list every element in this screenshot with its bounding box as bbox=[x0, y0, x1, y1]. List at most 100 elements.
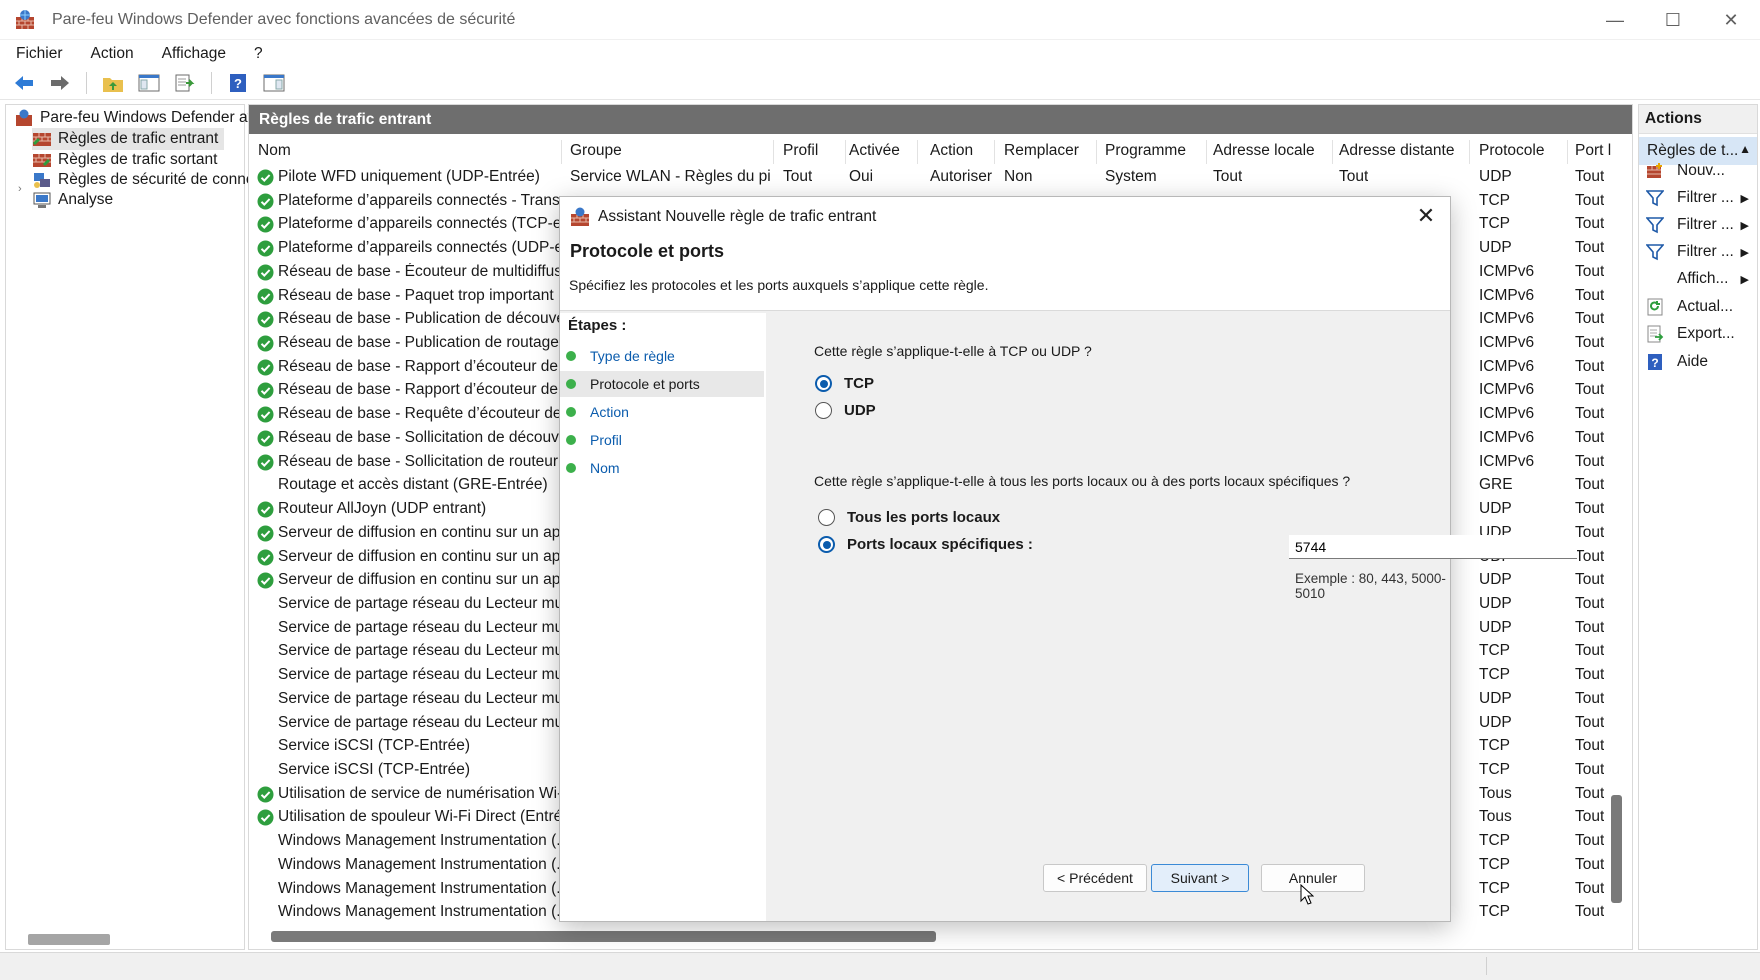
action-item[interactable]: Filtrer ... ▶ bbox=[1639, 185, 1757, 211]
action-item[interactable]: Filtrer ... ▶ bbox=[1639, 212, 1757, 238]
table-row[interactable]: Pilote WFD uniquement (UDP-Entrée) Servi… bbox=[249, 166, 1632, 190]
minimize-button[interactable]: — bbox=[1586, 0, 1644, 40]
cell-override: Non bbox=[1004, 168, 1033, 185]
cell-group: Service WLAN - Règles du pil... bbox=[570, 168, 770, 185]
radio-udp-label: UDP bbox=[844, 402, 876, 419]
col-header-name[interactable]: Nom bbox=[258, 142, 291, 160]
export-list-button[interactable] bbox=[171, 70, 199, 96]
help-toolbar-button[interactable]: ? bbox=[224, 70, 252, 96]
radio-button-selected[interactable] bbox=[815, 375, 832, 392]
column-divider[interactable] bbox=[917, 140, 918, 164]
column-divider[interactable] bbox=[994, 140, 995, 164]
action-item[interactable]: Nouv... bbox=[1639, 158, 1757, 184]
enabled-check-icon bbox=[257, 311, 274, 328]
enabled-check-icon bbox=[257, 809, 274, 826]
col-header-group[interactable]: Groupe bbox=[570, 142, 622, 160]
cell-protocol: TCP bbox=[1479, 761, 1510, 778]
cell-protocol: TCP bbox=[1479, 215, 1510, 233]
tree-item-outbound-rules[interactable]: Règles de trafic sortant bbox=[32, 149, 217, 171]
step-rule-type[interactable]: Type de règle bbox=[560, 343, 764, 369]
action-item[interactable]: ? Aide bbox=[1639, 349, 1757, 375]
tree-item-monitoring[interactable]: Analyse bbox=[32, 189, 113, 211]
column-divider[interactable] bbox=[561, 140, 562, 164]
cell-local-port: Tout bbox=[1575, 191, 1605, 209]
up-folder-button[interactable] bbox=[99, 70, 127, 96]
action-item[interactable]: Affich... ▶ bbox=[1639, 266, 1757, 292]
cell-program: System bbox=[1105, 168, 1157, 185]
cell-name: Réseau de base - Requête d’écouteur de .… bbox=[278, 405, 560, 423]
cell-action: Autoriser bbox=[930, 168, 993, 185]
radio-button[interactable] bbox=[818, 509, 835, 526]
radio-button[interactable] bbox=[815, 402, 832, 419]
tree-item-inbound-rules[interactable]: Règles de trafic entrant bbox=[32, 128, 225, 150]
step-action[interactable]: Action bbox=[560, 399, 764, 425]
back-button[interactable] bbox=[10, 70, 38, 96]
col-header-enabled[interactable]: Activée bbox=[849, 142, 900, 160]
col-header-protocol[interactable]: Protocole bbox=[1479, 142, 1544, 160]
radio-specific-ports-label: Ports locaux spécifiques : bbox=[847, 536, 1033, 553]
rules-horizontal-scrollbar[interactable] bbox=[271, 931, 936, 942]
local-ports-input[interactable] bbox=[1289, 535, 1577, 559]
radio-specific-local-ports[interactable]: Ports locaux spécifiques : bbox=[818, 536, 1033, 553]
console-tree-icon bbox=[138, 74, 160, 92]
cell-protocol: ICMPv6 bbox=[1479, 286, 1535, 304]
enabled-check-icon bbox=[257, 525, 274, 542]
radio-tcp[interactable]: TCP bbox=[815, 375, 874, 392]
expand-chevron-icon[interactable]: › bbox=[18, 183, 22, 195]
col-header-remote-address[interactable]: Adresse distante bbox=[1339, 142, 1454, 160]
maximize-button[interactable]: ☐ bbox=[1644, 0, 1702, 40]
tree-root[interactable]: Pare-feu Windows Defender ave bbox=[14, 107, 264, 129]
cell-local-port: Tout bbox=[1575, 500, 1605, 518]
firewall-app-icon bbox=[16, 9, 34, 29]
cell-name: Windows Management Instrumentation (... bbox=[278, 855, 560, 873]
forward-button[interactable] bbox=[46, 70, 74, 96]
collapse-up-icon[interactable]: ▲ bbox=[1739, 142, 1751, 156]
cell-protocol: TCP bbox=[1479, 879, 1510, 897]
menu-action[interactable]: Action bbox=[75, 45, 144, 63]
step-status-dot-icon bbox=[566, 435, 576, 445]
steps-title: Étapes : bbox=[568, 317, 627, 334]
action-item[interactable]: Filtrer ... ▶ bbox=[1639, 239, 1757, 265]
column-divider[interactable] bbox=[1469, 140, 1470, 164]
menu-help[interactable]: ? bbox=[238, 45, 273, 63]
dialog-close-button[interactable]: ✕ bbox=[1414, 205, 1438, 229]
radio-tcp-label: TCP bbox=[844, 375, 874, 392]
col-header-local-port[interactable]: Port l bbox=[1575, 142, 1611, 160]
menu-fichier[interactable]: Fichier bbox=[0, 45, 73, 63]
cell-name: Serveur de diffusion en continu sur un a… bbox=[278, 523, 560, 541]
close-window-button[interactable]: ✕ bbox=[1702, 0, 1760, 40]
col-header-local-address[interactable]: Adresse locale bbox=[1213, 142, 1315, 160]
next-button[interactable]: Suivant > bbox=[1151, 864, 1249, 892]
radio-udp[interactable]: UDP bbox=[815, 402, 876, 419]
menu-affichage[interactable]: Affichage bbox=[146, 45, 236, 63]
column-divider[interactable] bbox=[1206, 140, 1207, 164]
column-divider[interactable] bbox=[1332, 140, 1333, 164]
cell-protocol: UDP bbox=[1479, 618, 1512, 636]
column-divider[interactable] bbox=[773, 140, 774, 164]
step-profile[interactable]: Profil bbox=[560, 427, 764, 453]
rules-vertical-scrollbar[interactable] bbox=[1611, 795, 1622, 903]
step-name[interactable]: Nom bbox=[560, 455, 764, 481]
action-item[interactable]: Export... bbox=[1639, 321, 1757, 347]
step-protocol-ports[interactable]: Protocole et ports bbox=[560, 371, 764, 397]
column-divider[interactable] bbox=[1567, 140, 1568, 164]
tree-item-connection-security[interactable]: Règles de sécurité de conne bbox=[32, 169, 254, 191]
show-hide-tree-button[interactable] bbox=[135, 70, 163, 96]
cell-protocol: ICMPv6 bbox=[1479, 334, 1535, 352]
cell-protocol: ICMPv6 bbox=[1479, 357, 1535, 375]
enabled-check-icon bbox=[257, 359, 274, 376]
action-item[interactable]: Actual... bbox=[1639, 294, 1757, 320]
col-header-action[interactable]: Action bbox=[930, 142, 973, 160]
col-header-override[interactable]: Remplacer bbox=[1004, 142, 1079, 160]
col-header-profile[interactable]: Profil bbox=[783, 142, 818, 160]
column-divider[interactable] bbox=[845, 140, 846, 164]
submenu-arrow-icon: ▶ bbox=[1740, 192, 1749, 205]
column-divider[interactable] bbox=[1096, 140, 1097, 164]
previous-button[interactable]: < Précédent bbox=[1043, 864, 1147, 892]
cell-local-port: Tout bbox=[1575, 879, 1605, 897]
radio-button-selected[interactable] bbox=[818, 536, 835, 553]
tree-horizontal-scrollbar[interactable] bbox=[28, 934, 110, 945]
radio-all-local-ports[interactable]: Tous les ports locaux bbox=[818, 509, 1000, 526]
col-header-program[interactable]: Programme bbox=[1105, 142, 1186, 160]
show-action-pane-button[interactable] bbox=[260, 70, 288, 96]
